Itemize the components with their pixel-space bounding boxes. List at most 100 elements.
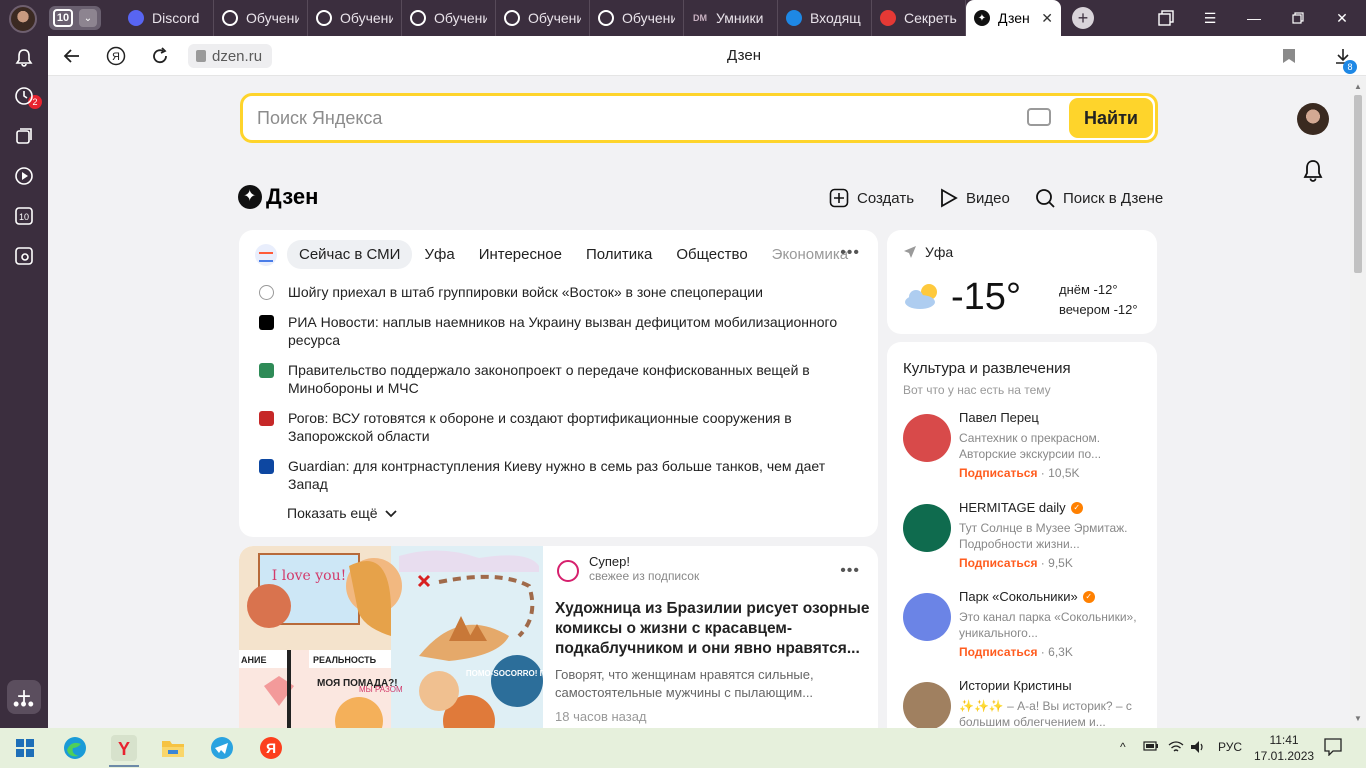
battery-icon[interactable] xyxy=(1143,740,1159,755)
create-button[interactable]: Создать xyxy=(829,188,914,208)
news-headline: Правительство поддержало законопроект о … xyxy=(288,362,810,396)
article-title[interactable]: Художница из Бразилии рисует озорные ком… xyxy=(555,599,870,659)
tab-label: Обучени xyxy=(434,10,487,26)
scroll-down-icon[interactable]: ▼ xyxy=(1354,714,1362,723)
article-time: 18 часов назад xyxy=(555,709,647,724)
bell-icon[interactable] xyxy=(1301,159,1325,183)
search-input[interactable] xyxy=(257,106,997,130)
keyboard-icon[interactable] xyxy=(1027,108,1051,126)
news-item[interactable]: РИА Новости: наплыв наемников на Украину… xyxy=(259,313,849,349)
channel-name[interactable]: Истории Кристины xyxy=(959,678,1072,693)
article-comic-image[interactable]: I love you! АНИЕ РЕАЛЬНОСТЬ МОЯ ПОМАДА?!… xyxy=(239,546,543,728)
news-tab[interactable]: Сейчас в СМИ xyxy=(287,240,413,269)
language-indicator[interactable]: РУС xyxy=(1218,740,1242,754)
channel-avatar[interactable] xyxy=(903,414,951,462)
channel-name[interactable]: Парк «Сокольники» ✓ xyxy=(959,589,1095,604)
dzen-logo[interactable]: Дзен xyxy=(238,184,318,210)
news-tab[interactable]: Интересное xyxy=(467,240,574,269)
windows-start-icon[interactable] xyxy=(12,735,38,761)
discord-icon xyxy=(128,10,144,26)
browser-tab[interactable]: Обучени xyxy=(496,0,590,36)
file-explorer-icon[interactable] xyxy=(160,735,186,761)
weather-evening: вечером -12° xyxy=(1059,302,1138,317)
channel-description: Тут Солнце в Музее Эрмитаж. Подробности … xyxy=(959,521,1128,551)
user-avatar[interactable] xyxy=(1297,103,1329,135)
channel-item[interactable]: Парк «Сокольники» ✓ Это канал парка «Сокол… xyxy=(903,589,1143,669)
source-name: Супер! xyxy=(589,554,630,569)
video-button[interactable]: Видео xyxy=(940,188,1010,208)
channel-subscribe-row: Подписаться · 9,5K xyxy=(959,556,1073,570)
history-icon[interactable] xyxy=(12,84,36,108)
channel-item[interactable]: HERMITAGE daily ✓ Тут Солнце в Музее Эрмит… xyxy=(903,500,1143,580)
show-more-button[interactable]: Показать ещё xyxy=(287,505,398,521)
more-icon[interactable]: ••• xyxy=(12,692,36,716)
profile-avatar[interactable] xyxy=(9,5,37,33)
counter-icon[interactable]: 10 xyxy=(12,204,36,228)
weather-card[interactable]: Уфа -15° днём -12° вечером -12° xyxy=(887,230,1157,334)
browser-tab[interactable]: Обучени xyxy=(308,0,402,36)
minimize-icon[interactable]: — xyxy=(1243,8,1265,28)
channel-item[interactable]: Павел Перец Сантехник о прекрасном. Автор… xyxy=(903,410,1143,490)
search-button[interactable]: Найти xyxy=(1069,98,1153,138)
channel-name[interactable]: Павел Перец xyxy=(959,410,1039,425)
more-options-icon[interactable]: ••• xyxy=(840,562,860,580)
tray-chevron-icon[interactable]: ^ xyxy=(1120,740,1126,754)
menu-icon[interactable]: ☰ xyxy=(1199,8,1221,28)
bookmark-icon[interactable] xyxy=(1277,44,1301,68)
wifi-icon[interactable] xyxy=(1168,740,1184,757)
page-scrollbar[interactable]: ▲ ▼ xyxy=(1350,77,1366,728)
news-item[interactable]: Guardian: для контрнаступления Киеву нуж… xyxy=(259,457,849,493)
weather-forecast: днём -12° вечером -12° xyxy=(1059,280,1138,320)
video-icon[interactable] xyxy=(12,164,36,188)
tab-label: Дзен xyxy=(998,10,1030,26)
channel-avatar[interactable] xyxy=(903,504,951,552)
notification-center-icon[interactable] xyxy=(1324,738,1342,759)
browser-tab-strip: 10 ⌄ Discord Обучени Обучени Обучени Обучени… xyxy=(0,0,1366,36)
collections-icon[interactable] xyxy=(12,124,36,148)
channel-description: ✨✨✨ – А-а! Вы историк? – с большим облег… xyxy=(959,699,1132,728)
news-item[interactable]: Рогов: ВСУ готовятся к обороне и создают… xyxy=(259,409,849,445)
news-tab[interactable]: Общество xyxy=(664,240,759,269)
browser-tab[interactable]: Discord xyxy=(120,0,214,36)
close-window-icon[interactable]: ✕ xyxy=(1331,8,1353,28)
browser-tab[interactable]: DM Умники xyxy=(684,0,778,36)
channel-avatar[interactable] xyxy=(903,593,951,641)
browser-tab[interactable]: Обучени xyxy=(402,0,496,36)
browser-tab[interactable]: Обучени xyxy=(214,0,308,36)
edge-icon[interactable] xyxy=(62,735,88,761)
channel-item[interactable]: Истории Кристины ✨✨✨ – А-а! Вы историк? –… xyxy=(903,678,1143,728)
tab-counter[interactable]: 10 ⌄ xyxy=(49,6,101,30)
volume-icon[interactable] xyxy=(1190,740,1206,757)
news-tab[interactable]: Политика xyxy=(574,240,664,269)
subscribe-button[interactable]: Подписаться xyxy=(959,556,1037,570)
news-tab[interactable]: Уфа xyxy=(412,240,466,269)
browser-tab[interactable]: Обучени xyxy=(590,0,684,36)
yandex-browser-taskbar-icon[interactable]: Y xyxy=(111,735,137,761)
dzen-search-button[interactable]: Поиск в Дзене xyxy=(1035,188,1163,208)
news-item[interactable]: Шойгу приехал в штаб группировки войск «… xyxy=(259,283,849,301)
verified-icon: ✓ xyxy=(1070,501,1083,514)
tabs-overview-icon[interactable] xyxy=(1155,8,1177,28)
browser-tab[interactable]: Секреть xyxy=(872,0,966,36)
subscribe-button[interactable]: Подписаться xyxy=(959,645,1037,659)
channel-name[interactable]: HERMITAGE daily ✓ xyxy=(959,500,1083,515)
article-source[interactable]: Супер! свежее из подписок xyxy=(557,554,699,583)
news-item[interactable]: Правительство поддержало законопроект о … xyxy=(259,361,849,397)
notifications-icon[interactable] xyxy=(12,46,36,70)
new-tab-button[interactable]: + xyxy=(1072,7,1094,29)
taskbar-clock[interactable]: 11:41 17.01.2023 xyxy=(1254,732,1314,764)
more-options-icon[interactable]: ••• xyxy=(840,244,860,262)
subscribe-button[interactable]: Подписаться xyxy=(959,466,1037,480)
restore-icon[interactable] xyxy=(1287,8,1309,28)
scrollbar-thumb[interactable] xyxy=(1354,95,1362,273)
close-tab-icon[interactable]: ✕ xyxy=(1041,10,1053,27)
screenshot-icon[interactable] xyxy=(12,244,36,268)
yandex-icon[interactable]: Я xyxy=(258,735,284,761)
scroll-up-icon[interactable]: ▲ xyxy=(1354,82,1362,91)
mail-icon xyxy=(786,10,802,26)
channel-avatar[interactable] xyxy=(903,682,951,728)
browser-tab[interactable]: Входящ xyxy=(778,0,872,36)
article-card[interactable]: I love you! АНИЕ РЕАЛЬНОСТЬ МОЯ ПОМАДА?!… xyxy=(239,546,878,728)
browser-tab-active[interactable]: ✦ Дзен ✕ xyxy=(966,0,1061,36)
telegram-icon[interactable] xyxy=(209,735,235,761)
